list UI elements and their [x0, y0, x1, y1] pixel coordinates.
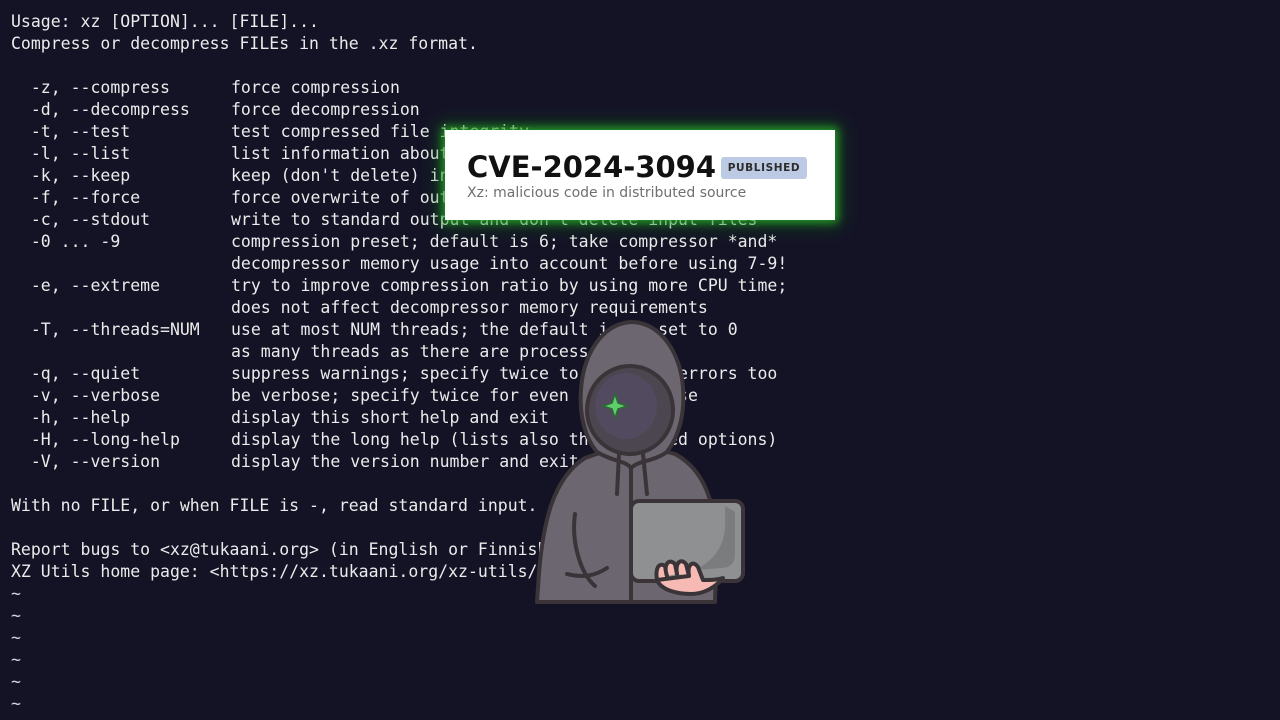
option-flag: -T, --threads=NUM — [11, 320, 200, 339]
option-row: -z, --compress force compression — [11, 77, 787, 99]
empty-line-tilde: ~ — [11, 694, 21, 713]
option-flag — [11, 341, 231, 363]
option-description: try to improve compression ratio by usin… — [231, 276, 788, 295]
option-flag: -v, --verbose — [11, 386, 161, 405]
option-flag: -V, --version — [11, 452, 161, 471]
hooded-hacker-with-laptop-icon — [535, 320, 745, 604]
option-description: display the version number and exit — [231, 452, 579, 471]
empty-line-tilde: ~ — [11, 650, 21, 669]
empty-line-tilde: ~ — [11, 606, 21, 625]
option-flag: -d, --decompress — [11, 100, 190, 119]
option-row: -0 ... -9 compression preset; default is … — [11, 231, 787, 253]
option-flag: -0 ... -9 — [11, 232, 121, 251]
cve-description: Xz: malicious code in distributed source — [467, 185, 747, 201]
option-flag: -c, --stdout — [11, 210, 151, 229]
option-description: force decompression — [231, 100, 420, 119]
option-flag: -e, --extreme — [11, 276, 161, 295]
option-flag — [11, 297, 231, 319]
option-flag: -f, --force — [11, 188, 141, 207]
summary-line: Compress or decompress FILEs in the .xz … — [11, 34, 478, 53]
option-row: -d, --decompress force decompression — [11, 99, 787, 121]
option-flag: -l, --list — [11, 144, 131, 163]
option-flag — [11, 253, 231, 275]
option-flag: -z, --compress — [11, 78, 170, 97]
option-row: decompressor memory usage into account b… — [11, 253, 787, 275]
empty-line-tilde: ~ — [11, 628, 21, 647]
option-description: display this short help and exit — [231, 408, 549, 427]
option-flag: -q, --quiet — [11, 364, 141, 383]
option-flag: -k, --keep — [11, 166, 131, 185]
option-description: does not affect decompressor memory requ… — [231, 298, 708, 317]
option-description: compression preset; default is 6; take c… — [231, 232, 778, 251]
option-description: force compression — [231, 78, 400, 97]
option-row: -e, --extreme try to improve compression … — [11, 275, 787, 297]
option-flag: -t, --test — [11, 122, 131, 141]
option-flag: -H, --long-help — [11, 430, 180, 449]
empty-line-tilde: ~ — [11, 672, 21, 691]
option-row: does not affect decompressor memory requ… — [11, 297, 787, 319]
usage-line: Usage: xz [OPTION]... [FILE]... — [11, 12, 319, 31]
status-badge: PUBLISHED — [721, 157, 807, 179]
option-description: decompressor memory usage into account b… — [231, 254, 788, 273]
cve-card: CVE-2024-3094 PUBLISHED Xz: malicious co… — [445, 130, 835, 220]
option-flag: -h, --help — [11, 408, 131, 427]
cve-id: CVE-2024-3094 — [467, 150, 717, 184]
